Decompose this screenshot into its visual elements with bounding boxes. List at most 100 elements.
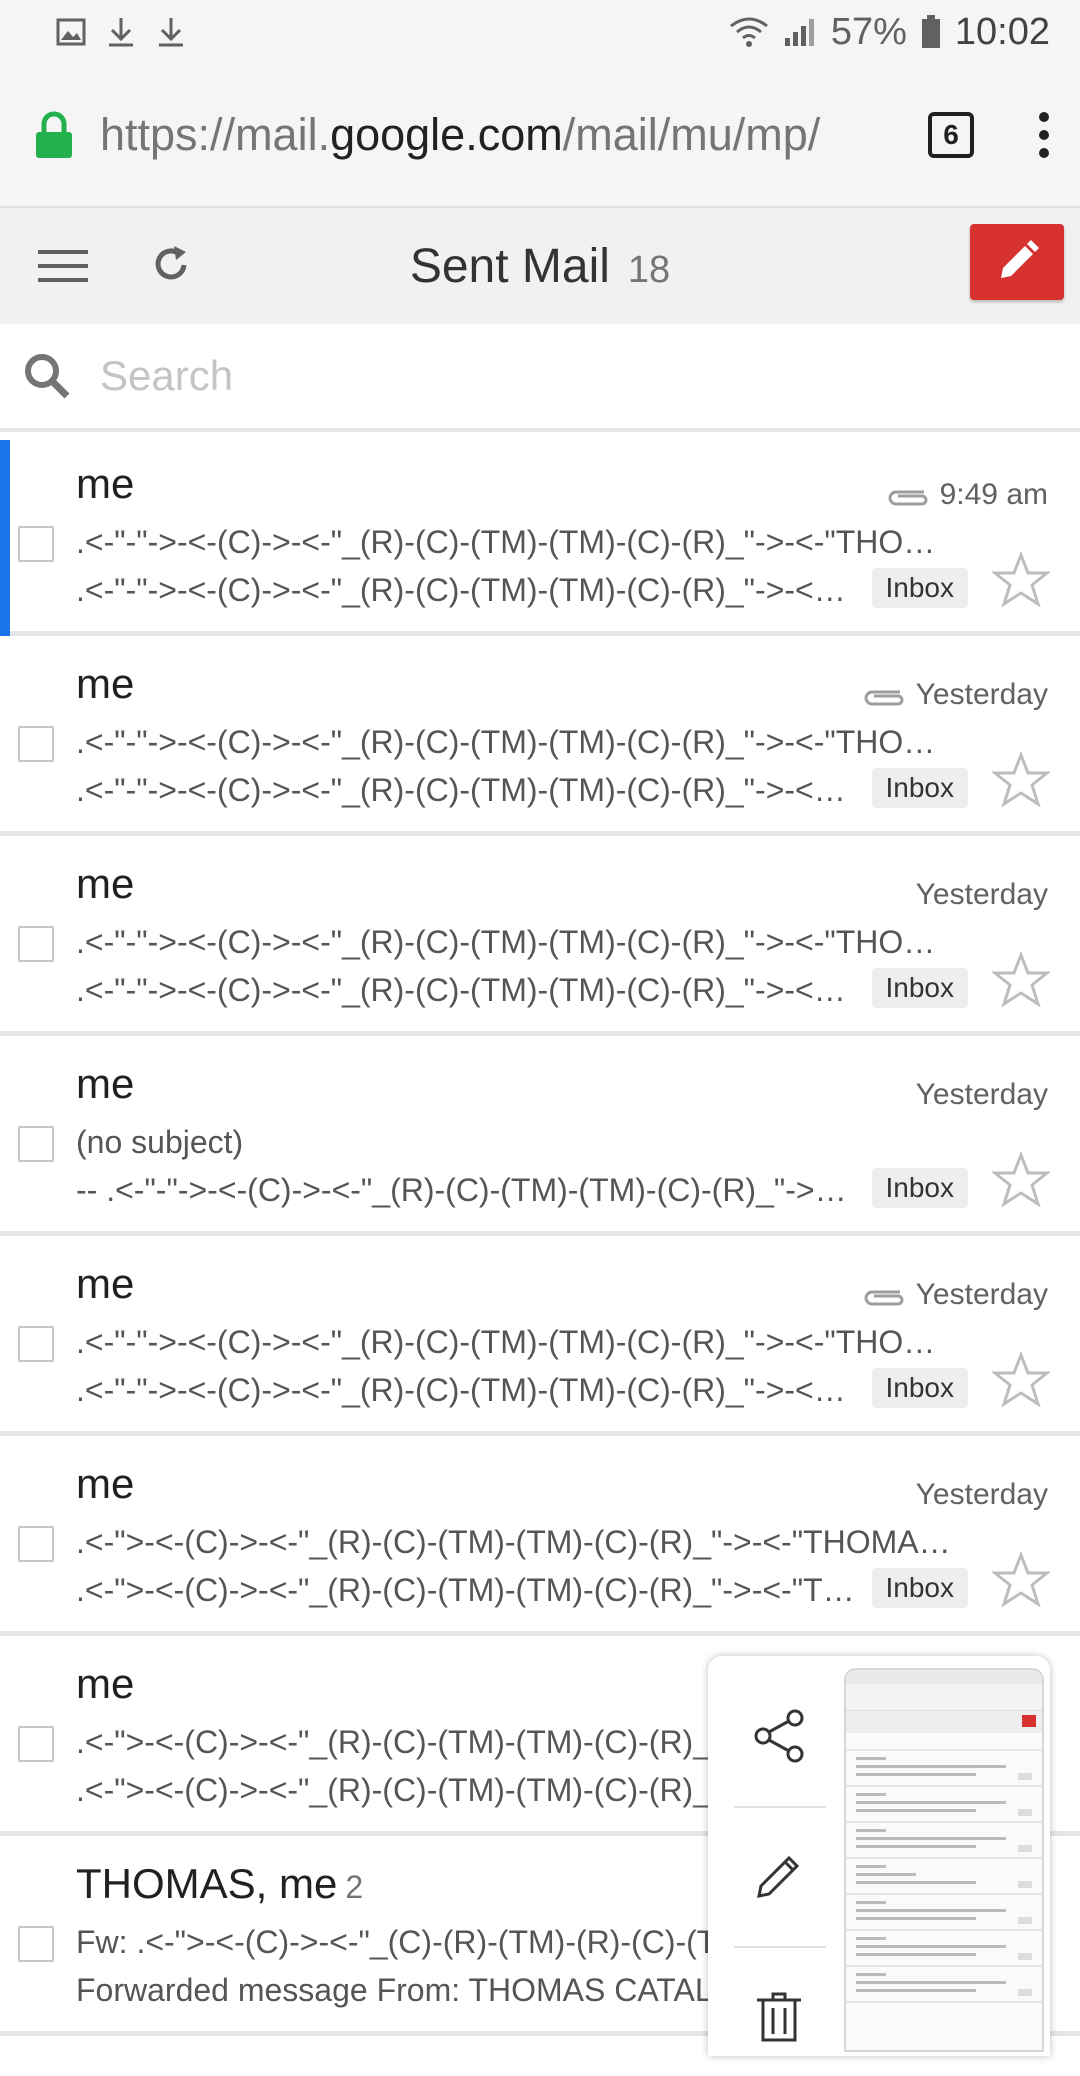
delete-button[interactable]: [732, 1956, 826, 2076]
compose-button[interactable]: [970, 224, 1064, 300]
email-row[interactable]: me Yesterday .<-"-"->-<-(C)->-<-"_(R)-(C…: [0, 636, 1080, 836]
email-subject: (no subject): [76, 1124, 244, 1160]
battery-percent: 57%: [830, 10, 907, 53]
star-icon[interactable]: [992, 1152, 1050, 1208]
email-row[interactable]: me Yesterday (no subject) -- .<-"-"->-<-…: [0, 1036, 1080, 1236]
download-notification-icon-2: [159, 18, 183, 47]
screenshot-popup: [708, 1656, 1050, 2056]
attachment-icon: [888, 490, 928, 506]
row-checkbox[interactable]: [18, 926, 54, 962]
wifi-icon: [729, 17, 768, 47]
email-row[interactable]: me Yesterday .<-">-<-(C)->-<-"_(R)-(C)-(…: [0, 1436, 1080, 1636]
attachment-icon: [864, 690, 904, 706]
inbox-label: Inbox: [871, 768, 968, 808]
url-prefix: https://mail.: [100, 109, 331, 160]
browser-url-bar: https://mail.google.com/mail/mu/mp/ 6: [0, 64, 1080, 208]
inbox-label: Inbox: [871, 568, 968, 608]
star-icon[interactable]: [992, 552, 1050, 608]
edit-icon: [757, 1855, 800, 1898]
row-checkbox[interactable]: [18, 726, 54, 762]
sender: me: [76, 1660, 135, 1707]
inbox-label: Inbox: [871, 968, 968, 1008]
email-subject: .<-"-"->-<-(C)->-<-"_(R)-(C)-(TM)-(TM)-(…: [76, 524, 956, 560]
row-checkbox[interactable]: [18, 1326, 54, 1362]
popup-divider: [734, 1806, 826, 1808]
trash-icon: [757, 1992, 801, 2042]
email-snippet: .<-"-"->-<-(C)->-<-"_(R)-(C)-(TM)-(TM)-(…: [76, 972, 856, 1008]
download-notification-icon: [109, 18, 133, 47]
email-date: Yesterday: [862, 1278, 1048, 1312]
sender: me: [76, 860, 135, 907]
browser-menu-icon[interactable]: [1036, 111, 1052, 159]
search-bar: [0, 324, 1080, 432]
email-snippet: -- .<-"-"->-<-(C)->-<-"_(R)-(C)-(TM)-(TM…: [76, 1172, 856, 1208]
email-time: Yesterday: [915, 1478, 1048, 1511]
email-date: Yesterday: [916, 1078, 1048, 1112]
sender: me: [76, 660, 135, 707]
sender-names: THOMAS, me: [76, 1860, 338, 1907]
email-date: Yesterday: [862, 678, 1048, 712]
app-toolbar: Sent Mail 18: [0, 208, 1080, 324]
url-suffix: /mail/mu/mp/: [562, 109, 821, 160]
email-snippet: .<-"-"->-<-(C)->-<-"_(R)-(C)-(TM)-(TM)-(…: [76, 572, 856, 608]
email-time: Yesterday: [915, 878, 1048, 911]
folder-count: 18: [627, 248, 671, 291]
url-field[interactable]: https://mail.google.com/mail/mu/mp/: [100, 109, 898, 161]
status-bar: 57% 10:02: [0, 0, 1080, 64]
search-input[interactable]: [98, 351, 1002, 401]
sender: THOMAS, me 2: [76, 1860, 363, 1908]
inbox-label: Inbox: [871, 1168, 968, 1208]
star-icon[interactable]: [992, 1352, 1050, 1408]
search-icon: [25, 354, 70, 399]
notification-icons: [56, 16, 186, 48]
inbox-label: Inbox: [871, 1568, 968, 1608]
system-status: 57% 10:02: [729, 11, 1050, 54]
row-checkbox[interactable]: [18, 1526, 54, 1562]
sender: me: [76, 1060, 135, 1107]
clock: 10:02: [954, 10, 1050, 53]
email-time: Yesterday: [915, 678, 1048, 711]
share-icon: [754, 1709, 804, 1763]
thread-count: 2: [345, 1869, 364, 1905]
row-checkbox[interactable]: [18, 1926, 54, 1962]
share-button[interactable]: [732, 1676, 826, 1796]
image-notification-icon: [56, 18, 86, 46]
email-snippet: .<-">-<-(C)->-<-"_(R)-(C)-(TM)-(TM)-(C)-…: [76, 1572, 856, 1608]
email-date: Yesterday: [916, 1478, 1048, 1512]
email-time: Yesterday: [915, 1078, 1048, 1111]
star-icon[interactable]: [992, 752, 1050, 808]
star-icon[interactable]: [992, 1552, 1050, 1608]
email-subject: .<-"-"->-<-(C)->-<-"_(R)-(C)-(TM)-(TM)-(…: [76, 924, 956, 960]
lock-icon: [36, 111, 72, 158]
url-domain: google.com: [330, 109, 563, 160]
email-date: Yesterday: [916, 878, 1048, 912]
sender: me: [76, 1460, 135, 1507]
email-subject: .<-"-"->-<-(C)->-<-"_(R)-(C)-(TM)-(TM)-(…: [76, 1324, 956, 1360]
sender: me: [76, 460, 135, 507]
sender: me: [76, 1260, 135, 1307]
email-date: 9:49 am: [886, 478, 1048, 512]
inbox-label: Inbox: [871, 1368, 968, 1408]
row-checkbox[interactable]: [18, 1726, 54, 1762]
attachment-icon: [864, 1290, 904, 1306]
popup-divider-2: [734, 1946, 826, 1948]
email-subject: .<-"-"->-<-(C)->-<-"_(R)-(C)-(TM)-(TM)-(…: [76, 724, 956, 760]
tab-switcher-button[interactable]: 6: [928, 112, 974, 158]
email-time: Yesterday: [915, 1278, 1048, 1311]
email-snippet: .<-"-"->-<-(C)->-<-"_(R)-(C)-(TM)-(TM)-(…: [76, 772, 856, 808]
email-snippet: .<-"-"->-<-(C)->-<-"_(R)-(C)-(TM)-(TM)-(…: [76, 1372, 856, 1408]
pencil-icon: [1001, 240, 1039, 278]
row-checkbox[interactable]: [18, 1126, 54, 1162]
email-row[interactable]: me 9:49 am .<-"-"->-<-(C)->-<-"_(R)-(C)-…: [0, 436, 1080, 640]
edit-button[interactable]: [732, 1816, 826, 1936]
row-checkbox[interactable]: [18, 526, 54, 562]
signal-icon: [784, 19, 814, 46]
folder-title: Sent Mail 18: [0, 239, 1080, 294]
folder-name: Sent Mail: [409, 239, 610, 293]
star-icon[interactable]: [992, 952, 1050, 1008]
email-row[interactable]: me Yesterday .<-"-"->-<-(C)->-<-"_(R)-(C…: [0, 1236, 1080, 1436]
email-time: 9:49 am: [939, 478, 1048, 511]
screenshot-thumbnail[interactable]: [844, 1668, 1044, 2052]
email-subject: .<-">-<-(C)->-<-"_(R)-(C)-(TM)-(TM)-(C)-…: [76, 1524, 956, 1560]
email-row[interactable]: me Yesterday .<-"-"->-<-(C)->-<-"_(R)-(C…: [0, 836, 1080, 1036]
